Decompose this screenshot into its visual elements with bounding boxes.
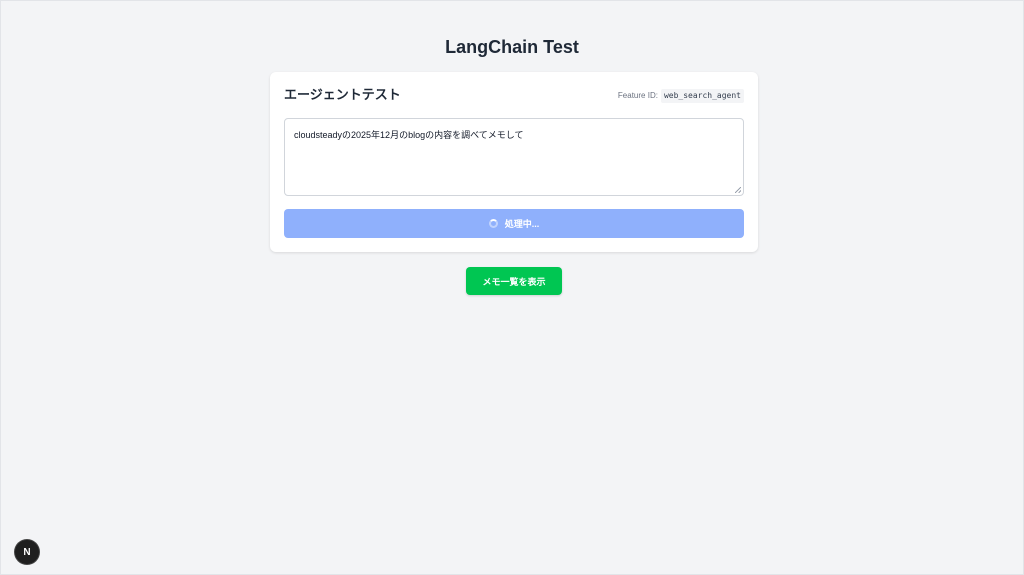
submit-button[interactable]: 処理中... [284, 209, 744, 238]
submit-button-label: 処理中... [504, 219, 540, 229]
feature-id: Feature ID: web_search_agent [618, 89, 744, 103]
resize-grip-icon[interactable] [735, 187, 741, 193]
prompt-textarea[interactable]: cloudsteadyの2025年12月のblogの内容を調べてメモして [284, 118, 744, 196]
card-title: エージェントテスト [284, 87, 401, 102]
show-memo-list-button[interactable]: メモ一覧を表示 [466, 267, 562, 295]
show-memo-list-label: メモ一覧を表示 [482, 276, 546, 287]
feature-id-value: web_search_agent [660, 89, 744, 103]
nextjs-badge-letter: N [23, 546, 31, 558]
loading-spinner-icon [488, 219, 498, 228]
feature-id-label: Feature ID: [617, 91, 658, 100]
agent-test-card: エージェントテスト Feature ID: web_search_agent c… [270, 72, 758, 252]
prompt-text: cloudsteadyの2025年12月のblogの内容を調べてメモして [294, 130, 524, 140]
nextjs-icon[interactable]: N [15, 540, 39, 564]
page: LangChain Test エージェントテスト Feature ID: web… [0, 0, 1024, 575]
page-title: LangChain Test [445, 37, 579, 57]
